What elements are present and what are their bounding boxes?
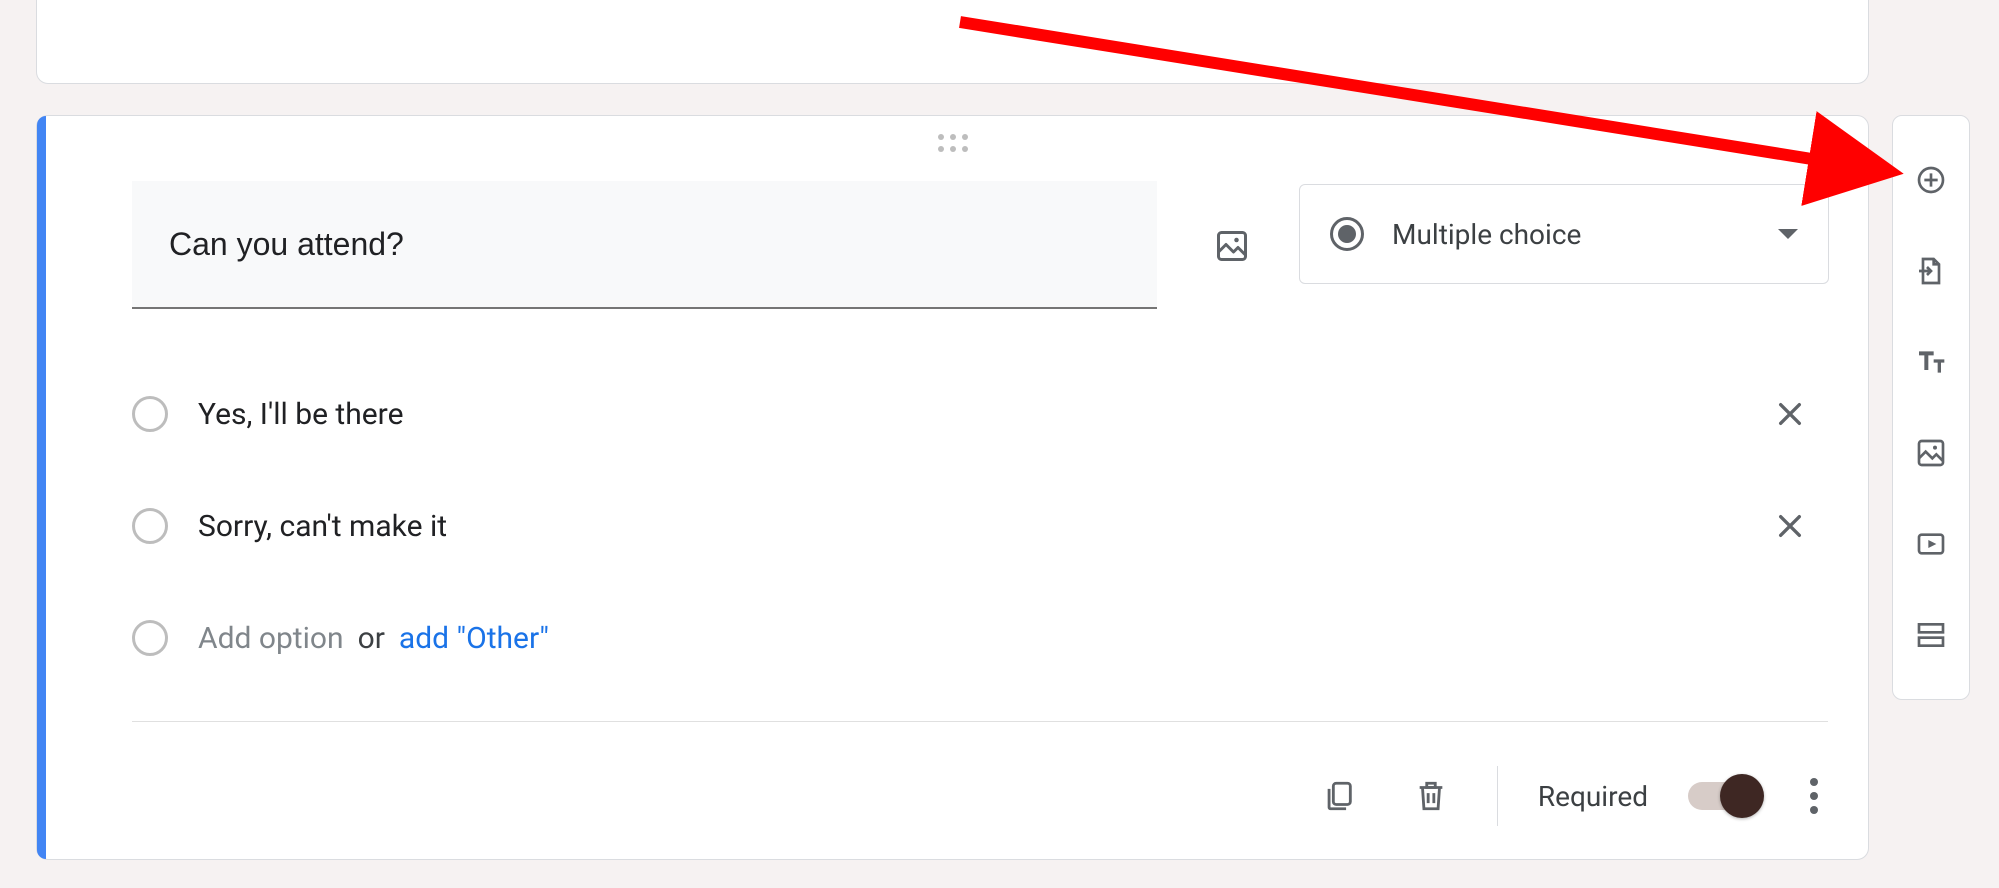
add-title-button[interactable] (1907, 338, 1955, 386)
more-options-button[interactable] (1800, 768, 1828, 824)
add-video-button[interactable] (1907, 520, 1955, 568)
radio-outline-icon (132, 396, 168, 432)
previous-card (36, 0, 1869, 84)
remove-option-button[interactable] (1768, 392, 1812, 436)
import-icon (1915, 255, 1947, 287)
footer-divider (132, 721, 1828, 722)
image-icon (1214, 228, 1250, 264)
footer-separator (1497, 766, 1498, 826)
add-other-button[interactable]: add "Other" (399, 621, 549, 656)
add-image-to-question-button[interactable] (1202, 216, 1262, 276)
radio-icon (1330, 217, 1364, 251)
chevron-down-icon (1778, 229, 1798, 239)
section-icon (1915, 619, 1947, 651)
add-option-or-text: or (358, 621, 385, 656)
add-section-button[interactable] (1907, 611, 1955, 659)
plus-circle-icon (1915, 164, 1947, 196)
close-icon (1774, 510, 1806, 542)
close-icon (1774, 398, 1806, 430)
active-card-accent (37, 116, 46, 859)
question-title-field[interactable] (132, 181, 1157, 309)
option-row: Yes, I'll be there (132, 384, 1832, 444)
dot-icon (1810, 778, 1818, 786)
remove-option-button[interactable] (1768, 504, 1812, 548)
duplicate-button[interactable] (1313, 770, 1365, 822)
add-option-placeholder[interactable]: Add option (198, 621, 344, 656)
option-text[interactable]: Yes, I'll be there (198, 397, 1738, 432)
option-row: Sorry, can't make it (132, 496, 1832, 556)
import-questions-button[interactable] (1907, 247, 1955, 295)
video-icon (1915, 528, 1947, 560)
add-option-row: Add option or add "Other" (132, 608, 1832, 668)
question-title-input[interactable] (167, 225, 1157, 264)
radio-outline-icon (132, 508, 168, 544)
dot-icon (1810, 806, 1818, 814)
drag-handle-icon[interactable] (938, 134, 968, 152)
floating-toolbar (1892, 115, 1970, 700)
dot-icon (1810, 792, 1818, 800)
toggle-thumb (1720, 774, 1764, 818)
delete-button[interactable] (1405, 770, 1457, 822)
trash-icon (1414, 779, 1448, 813)
required-label: Required (1538, 780, 1648, 813)
question-type-dropdown[interactable]: Multiple choice (1299, 184, 1829, 284)
copy-icon (1322, 779, 1356, 813)
question-card: Multiple choice Yes, I'll be there Sorry… (36, 115, 1869, 860)
text-icon (1915, 346, 1947, 378)
add-question-button[interactable] (1907, 156, 1955, 204)
question-type-label: Multiple choice (1392, 218, 1750, 251)
radio-outline-icon (132, 620, 168, 656)
add-image-button[interactable] (1907, 429, 1955, 477)
option-text[interactable]: Sorry, can't make it (198, 509, 1738, 544)
required-toggle[interactable] (1688, 782, 1760, 810)
card-footer: Required (132, 756, 1828, 836)
image-icon (1915, 437, 1947, 469)
